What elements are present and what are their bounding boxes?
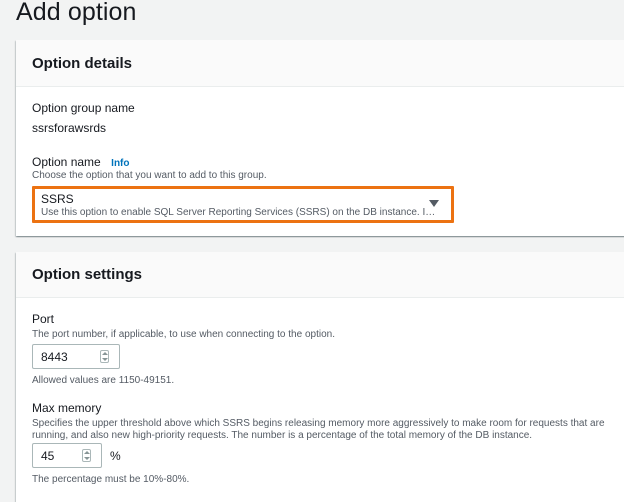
option-settings-title: Option settings (32, 266, 142, 283)
port-label: Port (32, 312, 55, 326)
max-memory-description-line2: running, and also new high-priority requ… (32, 430, 533, 441)
port-constraint: Allowed values are 1150-49151. (32, 375, 175, 386)
option-name-info-link[interactable]: Info (111, 158, 129, 169)
port-input-value: 8443 (41, 350, 68, 364)
port-description: The port number, if applicable, to use w… (32, 329, 335, 340)
option-settings-header: Option settings (16, 252, 624, 298)
max-memory-label: Max memory (32, 401, 102, 415)
option-name-select[interactable]: SSRS Use this option to enable SQL Serve… (32, 186, 454, 223)
max-memory-constraint: The percentage must be 10%-80%. (32, 474, 190, 485)
option-group-name-label: Option group name (32, 101, 135, 115)
option-name-selected-value: SSRS (41, 192, 74, 206)
number-stepper-icon[interactable] (82, 449, 91, 462)
max-memory-unit: % (110, 449, 121, 463)
number-stepper-icon[interactable] (100, 350, 109, 363)
max-memory-input-value: 45 (41, 449, 55, 463)
max-memory-input[interactable]: 45 (32, 443, 102, 468)
option-group-name-value: ssrsforawsrds (32, 121, 107, 135)
option-name-description: Choose the option that you want to add t… (32, 170, 267, 181)
option-details-panel: Option details Option group name ssrsfor… (16, 40, 624, 236)
option-name-label: Option name (32, 155, 101, 169)
option-name-selected-description: Use this option to enable SQL Server Rep… (41, 207, 436, 218)
option-details-title: Option details (32, 54, 133, 72)
option-settings-panel: Option settings Port The port number, if… (16, 252, 624, 502)
caret-down-icon (429, 200, 439, 207)
port-input[interactable]: 8443 (32, 344, 120, 369)
option-details-header: Option details (16, 40, 624, 87)
page-title: Add option (16, 0, 137, 26)
